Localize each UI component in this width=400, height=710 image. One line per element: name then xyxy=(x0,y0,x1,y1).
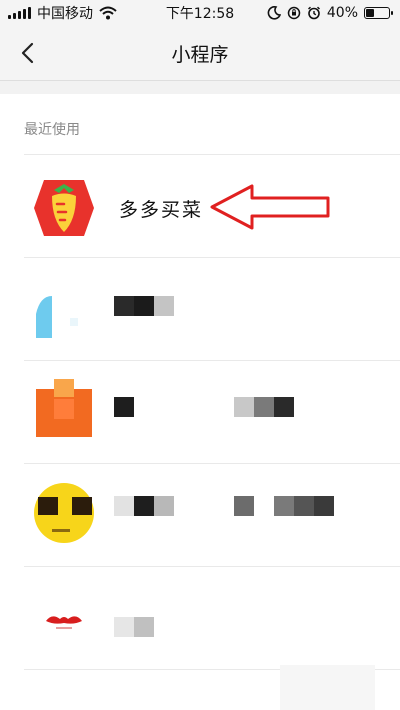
pixelated-label xyxy=(114,617,154,637)
back-button[interactable] xyxy=(8,33,48,73)
status-bar: 中国移动 下午12:58 40% xyxy=(0,0,400,26)
rotation-lock-icon xyxy=(287,6,301,20)
moon-icon xyxy=(267,6,281,20)
red-arrow-annotation xyxy=(210,184,330,230)
list-item-duoduo-maicai[interactable]: 多多买菜 xyxy=(0,155,400,258)
pixelated-label xyxy=(114,397,134,417)
battery-icon xyxy=(364,7,393,19)
list-item-blurred-2[interactable] xyxy=(0,361,400,464)
carrier-name: 中国移动 xyxy=(37,6,93,22)
blurred-app-icon xyxy=(36,296,78,338)
status-left: 中国移动 xyxy=(8,0,117,26)
watermark-blur xyxy=(280,665,375,710)
section-header-recent: 最近使用 xyxy=(24,122,80,138)
chevron-left-icon xyxy=(21,42,34,64)
yellow-face-app-icon xyxy=(34,483,94,543)
signal-strength-icon xyxy=(8,7,31,19)
list-item-blurred-3[interactable] xyxy=(0,464,400,567)
pixelated-label xyxy=(234,496,334,516)
pixelated-label xyxy=(114,296,174,316)
pixelated-label xyxy=(234,397,294,417)
alarm-icon xyxy=(307,6,320,20)
wifi-icon xyxy=(99,6,117,20)
status-right: 40% xyxy=(267,0,393,26)
navigation-bar: 小程序 xyxy=(0,26,400,81)
pixelated-label xyxy=(114,496,174,516)
orange-app-icon xyxy=(36,379,92,437)
page-title: 小程序 xyxy=(171,43,229,66)
section-gap xyxy=(0,81,400,94)
list-item-blurred-1[interactable] xyxy=(0,258,400,361)
battery-level xyxy=(366,9,375,17)
carrot-app-icon xyxy=(34,180,94,236)
list-item-label: 多多买菜 xyxy=(119,199,204,221)
list-item-blurred-4[interactable] xyxy=(0,567,400,670)
red-logo-app-icon xyxy=(46,616,82,629)
battery-percent: 40% xyxy=(326,5,358,21)
